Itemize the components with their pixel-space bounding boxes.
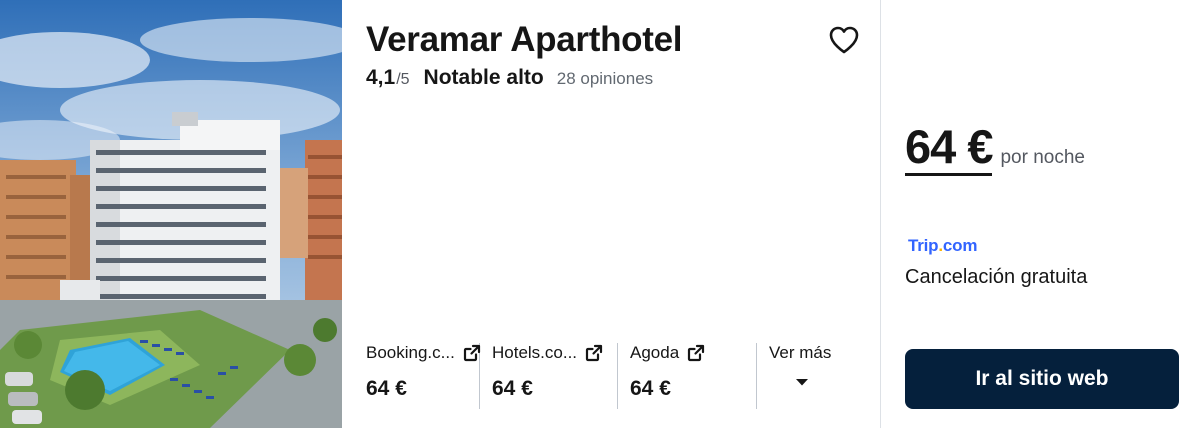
rating-score: 4,1 [366,66,396,89]
offer-panel: 64 € por noche Trip.com Cancelación grat… [881,0,1192,428]
provider-hotels[interactable]: Hotels.co... 64 € [480,343,617,409]
provider-name: Agoda [630,343,680,362]
hotel-photo-image [0,0,342,428]
external-link-icon [585,344,603,362]
provider-price: 64 € [630,377,671,400]
rating-max: /5 [396,71,410,88]
provider-prices: Booking.c... 64 € Hotels.co... 64 € Agod… [342,343,831,409]
provider-name: Hotels.co... [492,343,578,362]
price-row: 64 € por noche [905,121,1085,176]
rating-row: 4,1 /5 Notable alto 28 opiniones [366,66,653,90]
provider-logo-tail: com [942,236,978,255]
cancellation-policy: Cancelación gratuita [905,266,1088,288]
favorite-button[interactable] [826,22,862,58]
provider-logo-main: Trip [908,236,939,255]
provider-price: 64 € [492,377,533,400]
reviews-count[interactable]: 28 opiniones [557,69,653,89]
per-night-label: por noche [1000,147,1085,168]
hotel-name[interactable]: Veramar Aparthotel [366,20,683,60]
external-link-icon [463,344,481,362]
go-to-site-button[interactable]: Ir al sitio web [905,349,1179,409]
see-more-label: Ver más [769,343,832,362]
rating-label: Notable alto [423,66,544,89]
external-link-icon [687,344,705,362]
nightly-price[interactable]: 64 € [905,121,993,176]
provider-booking[interactable]: Booking.c... 64 € [342,343,481,409]
heart-icon [829,26,859,54]
provider-logo: Trip.com [908,236,977,256]
provider-name: Booking.c... [366,343,455,362]
provider-price: 64 € [366,377,407,400]
hotel-photo[interactable] [0,0,342,428]
see-more-button[interactable]: Ver más [757,343,831,409]
hotel-details: Veramar Aparthotel 4,1 /5 Notable alto 2… [342,0,880,428]
hotel-card: Veramar Aparthotel 4,1 /5 Notable alto 2… [0,0,1192,428]
provider-agoda[interactable]: Agoda 64 € [618,343,756,409]
